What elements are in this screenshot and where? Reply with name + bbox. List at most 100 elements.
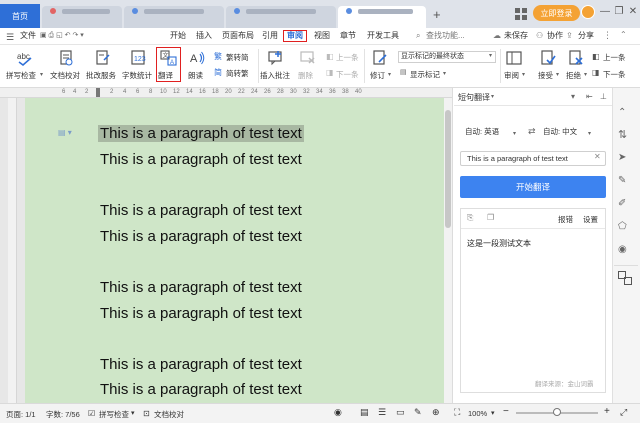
chevron-down-icon[interactable]: ▾: [588, 130, 591, 137]
search-icon[interactable]: ⌕: [416, 31, 420, 41]
hamburger-icon[interactable]: ☰: [6, 32, 14, 43]
close-icon[interactable]: ✕: [626, 6, 640, 17]
chevron-down-icon[interactable]: ▾: [443, 70, 446, 77]
word-count-status[interactable]: 字数: 7/56: [46, 409, 80, 420]
next-comment-button[interactable]: 下一条: [336, 69, 359, 80]
menu-start[interactable]: 开始: [170, 30, 186, 42]
reject-button[interactable]: 拒绝: [566, 70, 581, 81]
word-count-button[interactable]: 字数统计: [122, 70, 152, 81]
copy-icon[interactable]: ⎘: [467, 213, 473, 223]
source-language-select[interactable]: 自动: 英语: [465, 125, 499, 139]
clear-icon[interactable]: ✕: [594, 152, 601, 161]
indent-marker[interactable]: [96, 88, 100, 97]
translate-button[interactable]: 翻译: [158, 70, 173, 81]
menu-review[interactable]: 审阅: [283, 30, 307, 42]
translate-panel-icon[interactable]: [618, 271, 632, 285]
paragraph-handle-icon[interactable]: ▤ ▾: [58, 128, 72, 137]
outline-view-icon[interactable]: ☰: [378, 407, 386, 418]
paragraph[interactable]: This is a paragraph of test text: [100, 381, 302, 402]
menu-view[interactable]: 视图: [314, 30, 330, 42]
target-language-select[interactable]: 自动: 中文: [543, 125, 577, 139]
web-view-icon[interactable]: ▭: [396, 407, 405, 418]
collab-button[interactable]: 协作: [547, 30, 563, 42]
search-function[interactable]: 查找功能...: [426, 30, 465, 42]
reject-icon[interactable]: [568, 50, 584, 66]
correction-service-icon[interactable]: [95, 50, 111, 66]
chevron-down-icon[interactable]: ▾: [513, 130, 516, 137]
show-markup-button[interactable]: 显示标记: [410, 69, 440, 80]
proofread-status[interactable]: 文档校对: [154, 409, 184, 420]
page-indicator[interactable]: 页面: 1/1: [6, 409, 36, 420]
proofread-button[interactable]: 文档校对: [50, 70, 80, 81]
menu-file[interactable]: 文件: [20, 30, 36, 42]
edit-icon[interactable]: ✎: [618, 175, 632, 189]
translate-icon[interactable]: 文A: [160, 50, 177, 66]
correction-service-button[interactable]: 批改服务: [86, 70, 116, 81]
revise-button[interactable]: 修订: [370, 70, 385, 81]
unsaved-status[interactable]: 未保存: [504, 30, 528, 42]
accept-button[interactable]: 接受: [538, 70, 553, 81]
page-view-icon[interactable]: ▤: [360, 407, 369, 418]
proofread-icon[interactable]: [58, 50, 74, 66]
review-pane-button[interactable]: 审阅: [504, 70, 519, 81]
menu-page-layout[interactable]: 页面布局: [222, 30, 254, 42]
panel-menu-icon[interactable]: ▾: [571, 92, 575, 101]
swap-languages-icon[interactable]: ⇄: [528, 126, 536, 137]
spell-check-icon[interactable]: abc: [16, 50, 34, 66]
insert-comment-button[interactable]: 插入批注: [260, 70, 290, 81]
login-button[interactable]: 立即登录: [533, 5, 580, 21]
trad-to-simp-button[interactable]: 繁转简: [226, 52, 249, 63]
chevron-down-icon[interactable]: ▾: [522, 71, 525, 78]
read-aloud-button[interactable]: 朗读: [188, 70, 203, 81]
menu-chapter[interactable]: 章节: [340, 30, 356, 42]
delete-comment-icon[interactable]: [300, 50, 316, 66]
word-count-icon[interactable]: 123: [130, 50, 146, 66]
paragraph[interactable]: This is a paragraph of test text: [100, 228, 302, 245]
chevron-down-icon[interactable]: ▾: [388, 71, 391, 78]
chevron-down-icon[interactable]: ▾: [491, 93, 494, 100]
menu-toolbar-icons[interactable]: ▣ ⎙ ◱ ↶ ↷ ▾: [40, 31, 84, 40]
read-aloud-icon[interactable]: A: [189, 50, 205, 66]
chevron-down-icon[interactable]: ▾: [40, 71, 43, 78]
chevron-down-icon[interactable]: ▾: [584, 71, 587, 78]
eye-protection-icon[interactable]: ◉: [334, 407, 342, 418]
home-tab[interactable]: 首页: [0, 4, 40, 28]
revise-icon[interactable]: [372, 50, 388, 66]
zoom-level[interactable]: 100%: [468, 409, 487, 418]
new-tab-button[interactable]: +: [433, 7, 441, 22]
insert-comment-icon[interactable]: [268, 50, 284, 66]
prev-comment-button[interactable]: 上一条: [336, 52, 359, 63]
chevron-down-icon[interactable]: ▾: [556, 71, 559, 78]
collapse-icon[interactable]: ⇤: [586, 92, 593, 101]
spell-check-button[interactable]: 拼写检查: [6, 70, 36, 81]
menu-reference[interactable]: 引用: [262, 30, 278, 42]
zoom-out-icon[interactable]: −: [503, 406, 509, 417]
source-text-input[interactable]: This is a paragraph of test text: [460, 151, 606, 166]
more-icon[interactable]: ⋮: [603, 30, 612, 41]
chevron-down-icon[interactable]: ▾: [491, 409, 495, 417]
menu-insert[interactable]: 插入: [196, 30, 212, 42]
accept-icon[interactable]: [540, 50, 556, 66]
chevron-down-icon[interactable]: ▾: [489, 52, 492, 59]
spell-check-status[interactable]: 拼写检查: [99, 409, 129, 420]
share-button[interactable]: 分享: [578, 30, 594, 42]
start-translate-button[interactable]: 开始翻译: [460, 176, 606, 198]
next-revision-button[interactable]: 下一条: [603, 69, 626, 80]
cursor-icon[interactable]: ➤: [618, 152, 632, 166]
fit-page-icon[interactable]: ⛶: [454, 407, 460, 418]
review-pane-icon[interactable]: [506, 50, 522, 66]
settings-button[interactable]: 设置: [583, 214, 598, 225]
panel-title[interactable]: 短句翻译: [458, 92, 490, 103]
paragraph[interactable]: This is a paragraph of test text: [100, 356, 302, 373]
adjust-icon[interactable]: ⇅: [618, 128, 632, 142]
globe-icon[interactable]: ⊕: [432, 407, 440, 418]
collapse-arrow-icon[interactable]: ⌃: [618, 107, 632, 121]
prev-revision-button[interactable]: 上一条: [603, 52, 626, 63]
collapse-ribbon-icon[interactable]: ⌃: [620, 30, 627, 39]
minimize-icon[interactable]: —: [598, 6, 612, 17]
scrollbar-thumb[interactable]: [445, 110, 451, 228]
pin-icon[interactable]: ⊥: [600, 92, 607, 101]
paragraph[interactable]: This is a paragraph of test text: [100, 151, 302, 168]
paragraph[interactable]: This is a paragraph of test text: [100, 202, 302, 219]
report-error-button[interactable]: 报错: [558, 214, 573, 225]
